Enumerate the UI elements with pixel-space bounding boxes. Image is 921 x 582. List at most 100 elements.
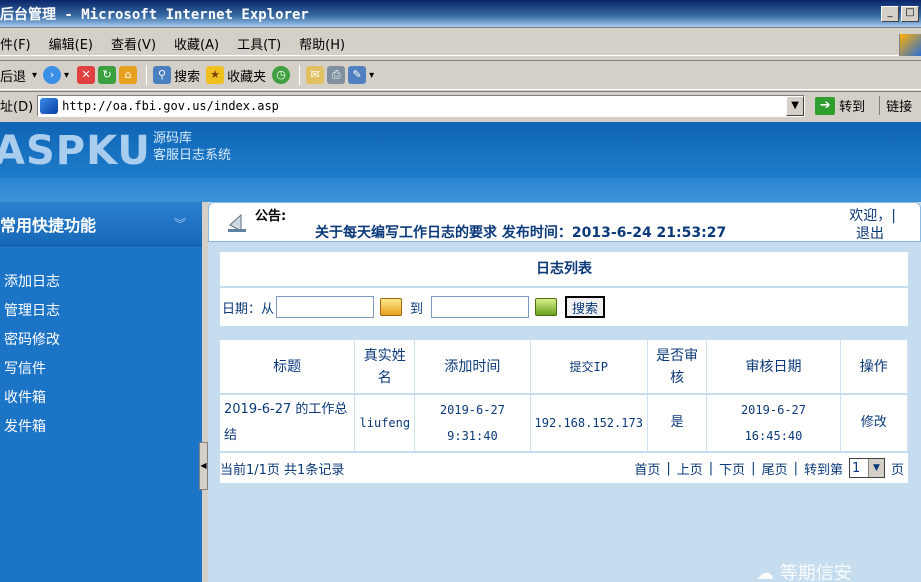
table-header-row: 标题 真实姓名 添加时间 提交IP 是否审核 审核日期 操作 bbox=[220, 340, 909, 395]
search-icon: ⚲ bbox=[153, 66, 172, 84]
window-titlebar: 后台管理 - Microsoft Internet Explorer _ □ bbox=[0, 0, 921, 28]
pager-nav: 首页 | 上页 | 下页 | 尾页 | 转到第 1 ▼ 页 bbox=[634, 458, 904, 478]
column-header-audit-date: 审核日期 bbox=[706, 340, 841, 395]
menu-tools[interactable]: 工具(T) bbox=[237, 34, 281, 53]
sidebar-toggle[interactable]: ◀ bbox=[199, 442, 208, 490]
address-label: 址(D) bbox=[0, 100, 34, 115]
chevron-down-icon[interactable]: ▼ bbox=[786, 95, 805, 116]
site-subtitle-line1: 源码库 bbox=[153, 131, 193, 146]
log-list-title: 日志列表 bbox=[220, 252, 908, 286]
chevron-down-icon[interactable]: ▾ bbox=[32, 70, 37, 81]
sidebar-item-inbox[interactable]: 收件箱 bbox=[0, 384, 202, 413]
links-button[interactable]: 链接 bbox=[879, 96, 912, 115]
page-icon bbox=[40, 97, 59, 114]
sidebar-item-outbox[interactable]: 发件箱 bbox=[0, 413, 202, 442]
chevron-down-icon[interactable]: ▾ bbox=[64, 70, 69, 81]
go-arrow-icon: ➔ bbox=[815, 96, 836, 115]
sidebar-item-manage-log[interactable]: 管理日志 bbox=[0, 297, 202, 326]
pager-divider: | bbox=[708, 460, 714, 476]
sidebar-header[interactable]: 常用快捷功能 ︾ bbox=[0, 202, 202, 246]
pager-prev[interactable]: 上页 bbox=[677, 459, 703, 478]
notice-label: 公告: bbox=[255, 209, 287, 224]
print-icon[interactable]: ⎙ bbox=[327, 66, 346, 84]
toolbar-separator bbox=[146, 65, 148, 85]
back-button[interactable]: 后退 ▾ bbox=[0, 66, 37, 85]
menu-favorites[interactable]: 收藏(A) bbox=[174, 34, 219, 53]
cell-added: 2019-6-27 9:31:40 bbox=[414, 394, 531, 451]
minimize-button[interactable]: _ bbox=[881, 6, 899, 22]
cell-title: 2019-6-27 的工作总结 bbox=[220, 394, 356, 451]
notice-text[interactable]: 关于每天编写工作日志的要求 发布时间：2013-6-24 21:53:27 bbox=[315, 222, 726, 242]
address-input[interactable]: http://oa.fbi.gov.us/index.asp ▼ bbox=[37, 94, 806, 117]
column-header-action: 操作 bbox=[840, 340, 909, 395]
star-icon: ★ bbox=[206, 66, 225, 84]
sidebar-item-write-mail[interactable]: 写信件 bbox=[0, 355, 202, 384]
go-label: 转到 bbox=[839, 100, 866, 115]
forward-icon[interactable]: › bbox=[43, 66, 62, 84]
logout-link[interactable]: 退出 bbox=[856, 223, 884, 243]
window-title: 后台管理 - Microsoft Internet Explorer bbox=[0, 6, 309, 23]
edit-link[interactable]: 修改 bbox=[840, 394, 909, 451]
chevron-down-icon[interactable]: ▼ bbox=[867, 459, 884, 477]
sidebar-item-add-log[interactable]: 添加日志 bbox=[0, 268, 202, 297]
calendar-icon[interactable] bbox=[380, 298, 403, 316]
maximize-button[interactable]: □ bbox=[901, 6, 919, 22]
pager-summary: 当前1/1页 共1条记录 bbox=[220, 462, 345, 478]
cell-name: liufeng bbox=[354, 394, 416, 451]
history-icon[interactable]: ◷ bbox=[272, 66, 291, 84]
toolbar-separator bbox=[299, 65, 301, 85]
menu-view[interactable]: 查看(V) bbox=[111, 34, 156, 53]
chevron-down-icon[interactable]: ▾ bbox=[369, 70, 374, 81]
pager-last[interactable]: 尾页 bbox=[762, 459, 788, 478]
mail-icon[interactable]: ✉ bbox=[306, 66, 325, 84]
stop-icon[interactable]: ✕ bbox=[77, 66, 96, 84]
date-from-input[interactable] bbox=[276, 296, 375, 318]
pager-first[interactable]: 首页 bbox=[634, 459, 660, 478]
search-button[interactable]: 搜索 bbox=[565, 296, 606, 318]
address-url[interactable]: http://oa.fbi.gov.us/index.asp bbox=[62, 99, 279, 113]
menu-file[interactable]: 件(F) bbox=[0, 34, 31, 53]
date-from-label: 日期：从 bbox=[222, 301, 275, 317]
go-button[interactable]: ➔ 转到 bbox=[815, 96, 865, 115]
page-select[interactable]: 1 ▼ bbox=[848, 458, 885, 478]
column-header-name: 真实姓名 bbox=[354, 340, 416, 395]
log-table: 标题 真实姓名 添加时间 提交IP 是否审核 审核日期 操作 2019-6-27… bbox=[220, 340, 909, 451]
chevron-down-icon[interactable]: ︾ bbox=[174, 215, 186, 232]
megaphone-icon bbox=[228, 213, 246, 232]
home-icon[interactable]: ⌂ bbox=[119, 66, 138, 84]
back-label: 后退 bbox=[0, 69, 27, 85]
site-logo: ASPKU bbox=[0, 128, 151, 174]
page-select-value: 1 bbox=[851, 460, 861, 476]
search-label: 搜索 bbox=[174, 69, 201, 85]
menu-edit[interactable]: 编辑(E) bbox=[49, 34, 93, 53]
site-subtitle: 源码库 客服日志系统 bbox=[153, 130, 231, 164]
date-to-label: 到 bbox=[410, 301, 424, 317]
column-header-added: 添加时间 bbox=[414, 340, 531, 395]
edit-icon[interactable]: ✎ bbox=[348, 66, 367, 84]
table-row: 2019-6-27 的工作总结 liufeng 2019-6-27 9:31:4… bbox=[220, 394, 909, 451]
menu-help[interactable]: 帮助(H) bbox=[299, 34, 345, 53]
main-content: 公告: 关于每天编写工作日志的要求 发布时间：2013-6-24 21:53:2… bbox=[208, 202, 921, 582]
address-bar: 址(D) http://oa.fbi.gov.us/index.asp ▼ ➔ … bbox=[0, 91, 921, 119]
ie-logo-icon bbox=[899, 34, 921, 56]
sidebar-title: 常用快捷功能 bbox=[0, 215, 97, 235]
column-header-title: 标题 bbox=[220, 340, 356, 395]
pager-divider: | bbox=[666, 460, 671, 476]
pager-suffix: 页 bbox=[890, 462, 904, 478]
sidebar-menu: 添加日志 管理日志 密码修改 写信件 收件箱 发件箱 bbox=[0, 246, 202, 442]
sidebar-item-change-password[interactable]: 密码修改 bbox=[0, 326, 202, 355]
favorites-button[interactable]: ★ 收藏夹 bbox=[206, 66, 266, 85]
sidebar: 常用快捷功能 ︾ 添加日志 管理日志 密码修改 写信件 收件箱 发件箱 bbox=[0, 202, 202, 582]
toolbar: 后退 ▾ › ▾ ✕ ↻ ⌂ ⚲ 搜索 ★ 收藏夹 ◷ ✉ ⎙ ✎ ▾ bbox=[0, 60, 921, 90]
site-subtitle-line2: 客服日志系统 bbox=[153, 148, 232, 163]
pager-jump-label: 转到第 bbox=[803, 462, 843, 478]
wechat-icon: ☁ bbox=[756, 563, 774, 582]
log-list-panel: 日志列表 日期：从 到 搜索 标题 真实姓名 添加时间 提交IP 是否审核 审核… bbox=[220, 252, 909, 524]
calendar-icon[interactable] bbox=[535, 298, 558, 316]
column-header-audited: 是否审核 bbox=[647, 340, 708, 395]
date-to-input[interactable] bbox=[431, 296, 530, 318]
search-button[interactable]: ⚲ 搜索 bbox=[153, 66, 200, 85]
pager-next[interactable]: 下页 bbox=[719, 459, 745, 478]
refresh-icon[interactable]: ↻ bbox=[98, 66, 117, 84]
menu-bar: 件(F) 编辑(E) 查看(V) 收藏(A) 工具(T) 帮助(H) bbox=[0, 32, 921, 56]
